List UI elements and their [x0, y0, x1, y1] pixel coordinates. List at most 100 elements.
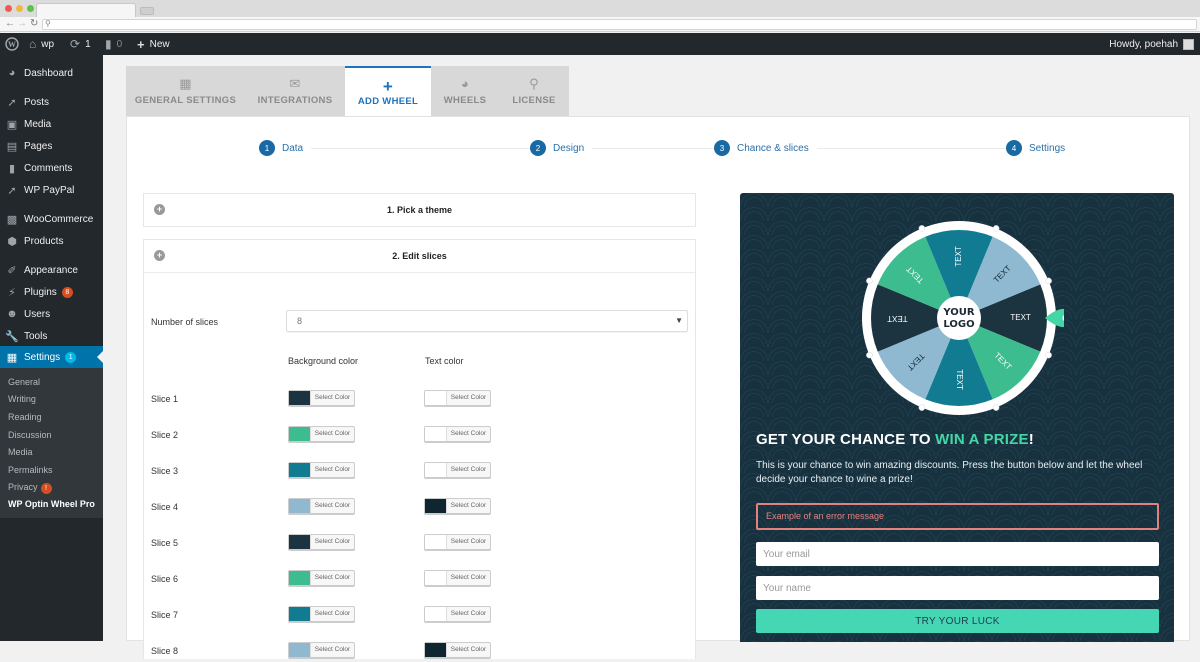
avatar — [1183, 38, 1194, 50]
sidebar-item-settings[interactable]: ▦ Settings 1 — [0, 346, 103, 368]
submenu-item-permalinks[interactable]: Permalinks — [8, 465, 53, 475]
tab-license[interactable]: ⚲ LICENSE — [499, 66, 569, 116]
site-name-link[interactable]: ⌂ wp — [29, 33, 54, 55]
tab-wheels[interactable]: ◕ WHEELS — [431, 66, 499, 116]
text-color-picker[interactable]: Select Color — [424, 606, 491, 622]
plug-icon: ⚡ — [8, 286, 16, 299]
pin-icon: ➚ — [7, 184, 17, 197]
reload-icon[interactable]: ↻ — [30, 18, 38, 30]
forward-arrow-icon[interactable]: → — [17, 18, 27, 30]
background-color-picker[interactable]: Select Color — [288, 498, 355, 514]
browser-tab-strip — [0, 0, 1200, 17]
tab-add-wheel[interactable]: + ADD WHEEL — [345, 66, 431, 116]
preview-headline: GET YOUR CHANCE TO WIN A PRIZE! — [756, 431, 1034, 448]
submenu-item-general[interactable]: General — [8, 377, 40, 387]
sidebar-item-woocommerce[interactable]: ▩ WooCommerce — [0, 208, 103, 230]
tab-label: LICENSE — [512, 95, 556, 106]
submenu-item-writing[interactable]: Writing — [8, 394, 36, 404]
sidebar-item-users[interactable]: ☻ Users — [0, 303, 103, 325]
background-color-picker[interactable]: Select Color — [288, 462, 355, 478]
tab-integrations[interactable]: ✉ INTEGRATIONS — [245, 66, 345, 116]
expand-icon[interactable]: + — [154, 250, 165, 261]
text-color-picker[interactable]: Select Color — [424, 426, 491, 442]
text-color-picker[interactable]: Select Color — [424, 534, 491, 550]
text-color-picker[interactable]: Select Color — [424, 642, 491, 658]
text-color-picker[interactable]: Select Color — [424, 498, 491, 514]
submenu-item-reading[interactable]: Reading — [8, 412, 42, 422]
sidebar-item-media[interactable]: ▣ Media — [0, 113, 103, 135]
wheel-peg — [992, 225, 1000, 232]
accordion-body: Number of slices 8 ▼ Background color Te… — [144, 272, 695, 660]
slice-row: Slice 7 Select Color Select Color — [144, 606, 695, 626]
sidebar-item-products[interactable]: ⬢ Products — [0, 230, 103, 252]
background-color-header: Background color — [288, 356, 359, 366]
select-color-label: Select Color — [450, 538, 487, 545]
slice-label: Slice 7 — [151, 610, 179, 620]
step-data[interactable]: 1 Data — [259, 140, 312, 156]
wheel-graphic: TEXTTEXTTEXTTEXTTEXTTEXTTEXTTEXTYOURLOGO — [862, 221, 1074, 415]
maximize-window-button[interactable] — [27, 5, 34, 12]
address-bar[interactable]: ⚲ — [42, 19, 1197, 30]
color-swatch — [289, 535, 311, 549]
select-color-label: Select Color — [450, 574, 487, 581]
background-color-picker[interactable]: Select Color — [288, 534, 355, 550]
color-swatch — [289, 571, 311, 585]
sidebar-item-dashboard[interactable]: ◕ Dashboard — [0, 62, 103, 84]
submenu-item-media[interactable]: Media — [8, 447, 33, 457]
select-color-label: Select Color — [314, 574, 351, 581]
prize-wheel: TEXT TEXT TEXT TEXT TEXT TEXT TEXT TEXT YOUR LOGO — [854, 213, 1074, 423]
expand-icon[interactable]: + — [154, 204, 165, 215]
wordpress-logo-icon[interactable]: W — [5, 33, 19, 55]
comments-link[interactable]: ▮ 0 — [105, 33, 122, 55]
new-tab-button[interactable] — [140, 7, 154, 15]
sidebar-item-wp-paypal[interactable]: ➚ WP PayPal — [0, 179, 103, 201]
email-field[interactable] — [756, 542, 1159, 566]
background-color-picker[interactable]: Select Color — [288, 390, 355, 406]
sidebar-item-appearance[interactable]: ✐ Appearance — [0, 259, 103, 281]
account-menu[interactable]: Howdy, poehah — [1109, 33, 1194, 55]
text-color-picker[interactable]: Select Color — [424, 390, 491, 406]
step-design[interactable]: 2 Design — [530, 140, 593, 156]
submenu-item-wp-optin-wheel-pro[interactable]: WP Optin Wheel Pro — [8, 499, 95, 509]
new-content-link[interactable]: + New — [137, 33, 170, 55]
updates-link[interactable]: ⟳ 1 — [70, 33, 91, 55]
magnifier-icon: ⚲ — [45, 19, 51, 28]
step-settings[interactable]: 4 Settings — [1006, 140, 1074, 156]
background-color-picker[interactable]: Select Color — [288, 606, 355, 622]
tab-label: GENERAL SETTINGS — [134, 95, 237, 106]
number-of-slices-label: Number of slices — [151, 317, 219, 327]
text-color-picker[interactable]: Select Color — [424, 462, 491, 478]
svg-text:W: W — [8, 40, 16, 49]
sidebar-item-comments[interactable]: ▮ Comments — [0, 157, 103, 179]
slice-label: Slice 5 — [151, 538, 179, 548]
background-color-picker[interactable]: Select Color — [288, 570, 355, 586]
accordion-header[interactable]: + 1. Pick a theme — [144, 194, 695, 226]
name-field[interactable] — [756, 576, 1159, 600]
text-color-picker[interactable]: Select Color — [424, 570, 491, 586]
color-swatch — [289, 643, 311, 657]
sidebar-item-tools[interactable]: 🔧 Tools — [0, 325, 103, 347]
back-arrow-icon[interactable]: ← — [5, 18, 15, 30]
try-your-luck-button[interactable]: TRY YOUR LUCK — [756, 609, 1159, 633]
admin-sidebar: ◕ Dashboard ➚ Posts ▣ Media ▤ Pages ▮ Co… — [0, 55, 103, 641]
home-icon: ⌂ — [29, 37, 37, 51]
select-color-label: Select Color — [314, 610, 351, 617]
number-of-slices-select[interactable]: 8 ▼ — [286, 310, 688, 332]
submenu-item-discussion[interactable]: Discussion — [8, 430, 52, 440]
browser-tab[interactable] — [36, 3, 136, 17]
sidebar-item-pages[interactable]: ▤ Pages — [0, 135, 103, 157]
tab-general-settings[interactable]: ▦ GENERAL SETTINGS — [126, 66, 245, 116]
sidebar-item-label: Users — [24, 308, 51, 320]
close-window-button[interactable] — [5, 5, 12, 12]
slice-row: Slice 8 Select Color Select Color — [144, 642, 695, 662]
step-label: Design — [553, 142, 585, 154]
minimize-window-button[interactable] — [16, 5, 23, 12]
color-swatch — [289, 499, 311, 513]
background-color-picker[interactable]: Select Color — [288, 642, 355, 658]
sidebar-item-plugins[interactable]: ⚡ Plugins 8 — [0, 281, 103, 303]
submenu-item-privacy[interactable]: Privacy! — [8, 482, 52, 494]
background-color-picker[interactable]: Select Color — [288, 426, 355, 442]
accordion-header[interactable]: + 2. Edit slices — [144, 240, 695, 272]
sidebar-item-posts[interactable]: ➚ Posts — [0, 91, 103, 113]
step-chance-slices[interactable]: 3 Chance & slices — [714, 140, 817, 156]
